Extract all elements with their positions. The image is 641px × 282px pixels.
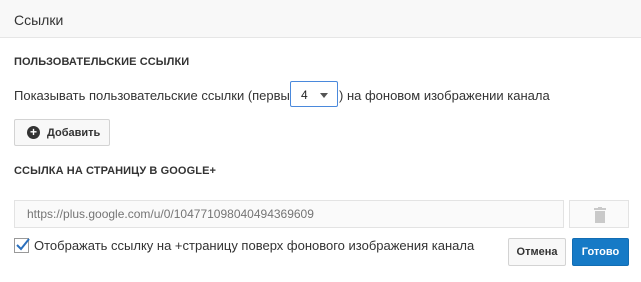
delete-link-button[interactable] bbox=[569, 200, 629, 228]
overlay-link-label: Отображать ссылку на +страницу поверх фо… bbox=[34, 238, 475, 253]
google-plus-heading: ССЫЛКА НА СТРАНИЦУ В GOOGLE+ bbox=[14, 165, 217, 177]
caret-down-icon bbox=[320, 93, 328, 98]
cancel-button[interactable]: Отмена bbox=[508, 238, 566, 266]
plus-circle-icon: + bbox=[27, 126, 40, 139]
custom-links-count-prefix: Показывать пользовательские ссылки (перв… bbox=[14, 88, 298, 103]
add-link-label: Добавить bbox=[47, 127, 101, 139]
custom-links-heading: ПОЛЬЗОВАТЕЛЬСКИЕ ССЫЛКИ bbox=[14, 56, 190, 68]
checkmark-icon bbox=[16, 238, 30, 251]
custom-links-count-suffix: ) на фоновом изображении канала bbox=[339, 88, 550, 103]
save-button[interactable]: Готово bbox=[572, 238, 629, 266]
dialog-title: Ссылки bbox=[14, 12, 64, 28]
custom-links-count-select[interactable]: 4 bbox=[290, 81, 338, 107]
add-link-button[interactable]: + Добавить bbox=[14, 119, 110, 146]
overlay-link-checkbox[interactable] bbox=[14, 238, 30, 253]
google-plus-url-input[interactable] bbox=[14, 200, 564, 228]
trash-icon bbox=[594, 207, 606, 223]
dialog-header: Ссылки bbox=[0, 0, 641, 38]
custom-links-count-value: 4 bbox=[301, 88, 308, 102]
